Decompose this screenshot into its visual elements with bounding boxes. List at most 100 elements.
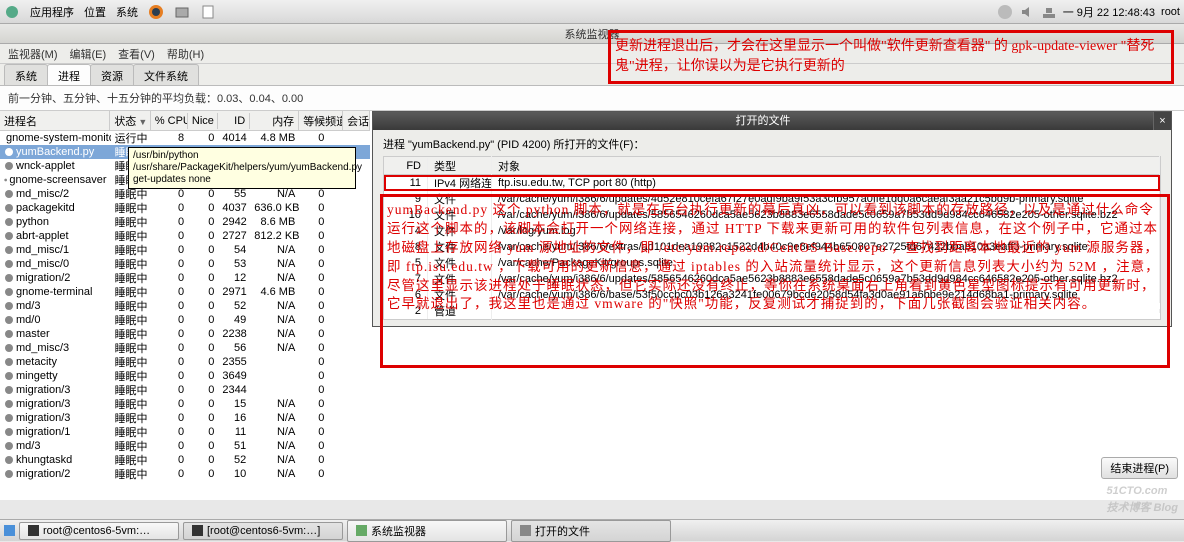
- process-icon: [4, 203, 14, 213]
- col-nice[interactable]: Nice: [188, 113, 218, 129]
- gnome-panel: 应用程序 位置 系统 一 9月 22 12:48:43 root: [0, 0, 1184, 24]
- taskbar: root@centos6-5vm:… [root@centos6-5vm:…] …: [0, 519, 1184, 541]
- process-row[interactable]: gnome-system-monitor运行中8040144.8 MB0: [0, 131, 370, 145]
- col-wait[interactable]: 等候频道: [299, 111, 343, 131]
- process-icon: [4, 469, 14, 479]
- dialog-titlebar[interactable]: 打开的文件 ×: [373, 112, 1171, 130]
- terminal-icon: [28, 525, 39, 536]
- volume-icon[interactable]: [1019, 4, 1035, 20]
- menu-help[interactable]: 帮助(H): [167, 46, 204, 62]
- menu-places[interactable]: 位置: [84, 4, 106, 20]
- watermark: 51CTO.com 技术博客 Blog: [1107, 478, 1179, 515]
- process-icon: [4, 385, 14, 395]
- tab-filesystem[interactable]: 文件系统: [133, 64, 199, 85]
- process-icon: [4, 455, 14, 465]
- process-icon: [4, 357, 14, 367]
- process-icon: [4, 147, 14, 157]
- task-terminal-1[interactable]: root@centos6-5vm:…: [19, 522, 179, 540]
- process-icon: [4, 189, 14, 199]
- process-row[interactable]: migration/3睡眠中0016N/A0: [0, 411, 370, 425]
- process-row[interactable]: md/3睡眠中0052N/A0: [0, 299, 370, 313]
- col-cpu[interactable]: % CPU: [151, 113, 188, 129]
- file-manager-icon[interactable]: [174, 4, 190, 20]
- file-row[interactable]: 11IPv4 网络连接ftp.isu.edu.tw, TCP port 80 (…: [384, 175, 1160, 191]
- process-row[interactable]: md_misc/3睡眠中0056N/A0: [0, 341, 370, 355]
- process-icon: [4, 175, 7, 185]
- tab-processes[interactable]: 进程: [47, 64, 91, 85]
- task-terminal-2[interactable]: [root@centos6-5vm:…]: [183, 522, 343, 540]
- process-icon: [4, 259, 14, 269]
- dialog-icon: [520, 525, 531, 536]
- process-row[interactable]: migration/3睡眠中0015N/A0: [0, 397, 370, 411]
- process-row[interactable]: mingetty睡眠中0036490: [0, 369, 370, 383]
- process-icon: [4, 441, 14, 451]
- process-actions: 结束进程(P): [1101, 458, 1178, 478]
- process-row[interactable]: metacity睡眠中0023550: [0, 355, 370, 369]
- process-icon: [4, 413, 14, 423]
- process-icon: [4, 231, 14, 241]
- dialog-close-button[interactable]: ×: [1153, 112, 1171, 130]
- process-row[interactable]: md/3睡眠中0051N/A0: [0, 439, 370, 453]
- tab-resources[interactable]: 资源: [90, 64, 134, 85]
- col-name[interactable]: 进程名: [0, 111, 110, 131]
- menu-monitor[interactable]: 监视器(M): [8, 46, 58, 62]
- annotation-1: 更新进程退出后，才会在这里显示一个叫做"软件更新查看器" 的 gpk-updat…: [608, 30, 1174, 84]
- process-icon: [4, 217, 14, 227]
- process-row[interactable]: packagekitd睡眠中004037636.0 KB0: [0, 201, 370, 215]
- process-row[interactable]: gnome-terminal睡眠中0029714.6 MB0: [0, 285, 370, 299]
- files-table-header[interactable]: FD 类型 对象: [384, 157, 1160, 175]
- process-icon: [4, 343, 14, 353]
- terminal-icon: [192, 525, 203, 536]
- process-icon: [4, 315, 14, 325]
- col-id[interactable]: ID: [218, 113, 250, 129]
- col-fd[interactable]: FD: [384, 158, 428, 174]
- process-row[interactable]: migration/1睡眠中0011N/A0: [0, 425, 370, 439]
- process-row[interactable]: migration/2睡眠中0010N/A0: [0, 467, 370, 481]
- text-editor-icon[interactable]: [200, 4, 216, 20]
- process-icon: [4, 287, 14, 297]
- process-row[interactable]: migration/3睡眠中0023440: [0, 383, 370, 397]
- process-icon: [4, 427, 14, 437]
- process-icon: [4, 329, 14, 339]
- dialog-title: 打开的文件: [373, 112, 1153, 130]
- show-desktop-icon[interactable]: [4, 525, 15, 536]
- tab-system[interactable]: 系统: [4, 64, 48, 85]
- process-row[interactable]: python睡眠中0029428.6 MB0: [0, 215, 370, 229]
- process-icon: [4, 161, 14, 171]
- col-object[interactable]: 对象: [492, 156, 1160, 176]
- load-average-label: 前一分钟、五分钟、十五分钟的平均负载：0.03、0.04、0.00: [0, 86, 1184, 111]
- process-row[interactable]: master睡眠中002238N/A0: [0, 327, 370, 341]
- end-process-button[interactable]: 结束进程(P): [1101, 457, 1178, 479]
- process-icon: [4, 399, 14, 409]
- clock[interactable]: 一 9月 22 12:48:43: [1063, 4, 1155, 20]
- gnome-foot-icon: [4, 4, 20, 20]
- task-open-files[interactable]: 打开的文件: [511, 520, 671, 542]
- col-memory[interactable]: 内存: [250, 111, 299, 131]
- sort-desc-icon: ▼: [138, 117, 147, 127]
- process-row[interactable]: migration/2睡眠中0012N/A0: [0, 271, 370, 285]
- process-table-header[interactable]: 进程名 状态▼ % CPU Nice ID 内存 等候频道 会话: [0, 111, 370, 131]
- process-icon: [4, 371, 14, 381]
- col-session[interactable]: 会话: [343, 111, 370, 131]
- process-icon: [4, 273, 14, 283]
- menu-edit[interactable]: 编辑(E): [70, 46, 107, 62]
- task-system-monitor[interactable]: 系统监视器: [347, 520, 507, 542]
- firefox-icon[interactable]: [148, 4, 164, 20]
- process-row[interactable]: md/0睡眠中0049N/A0: [0, 313, 370, 327]
- process-tooltip: /usr/bin/python /usr/share/PackageKit/he…: [128, 147, 356, 189]
- process-row[interactable]: md_misc/0睡眠中0053N/A0: [0, 257, 370, 271]
- update-notifier-icon[interactable]: [997, 4, 1013, 20]
- process-row[interactable]: md_misc/2睡眠中0055N/A0: [0, 187, 370, 201]
- user-menu[interactable]: root: [1161, 6, 1180, 18]
- menu-view[interactable]: 查看(V): [118, 46, 155, 62]
- process-row[interactable]: md_misc/1睡眠中0054N/A0: [0, 243, 370, 257]
- menu-system[interactable]: 系统: [116, 4, 138, 20]
- network-icon[interactable]: [1041, 4, 1057, 20]
- annotation-2: yumBackend.py 这个 python 脚本，就是在后台执行更新的幕后真…: [380, 194, 1170, 368]
- process-row[interactable]: khungtaskd睡眠中0052N/A0: [0, 453, 370, 467]
- menu-applications[interactable]: 应用程序: [30, 4, 74, 20]
- process-row[interactable]: abrt-applet睡眠中002727812.2 KB0: [0, 229, 370, 243]
- process-icon: [4, 301, 14, 311]
- process-icon: [4, 245, 14, 255]
- col-status[interactable]: 状态▼: [110, 111, 151, 131]
